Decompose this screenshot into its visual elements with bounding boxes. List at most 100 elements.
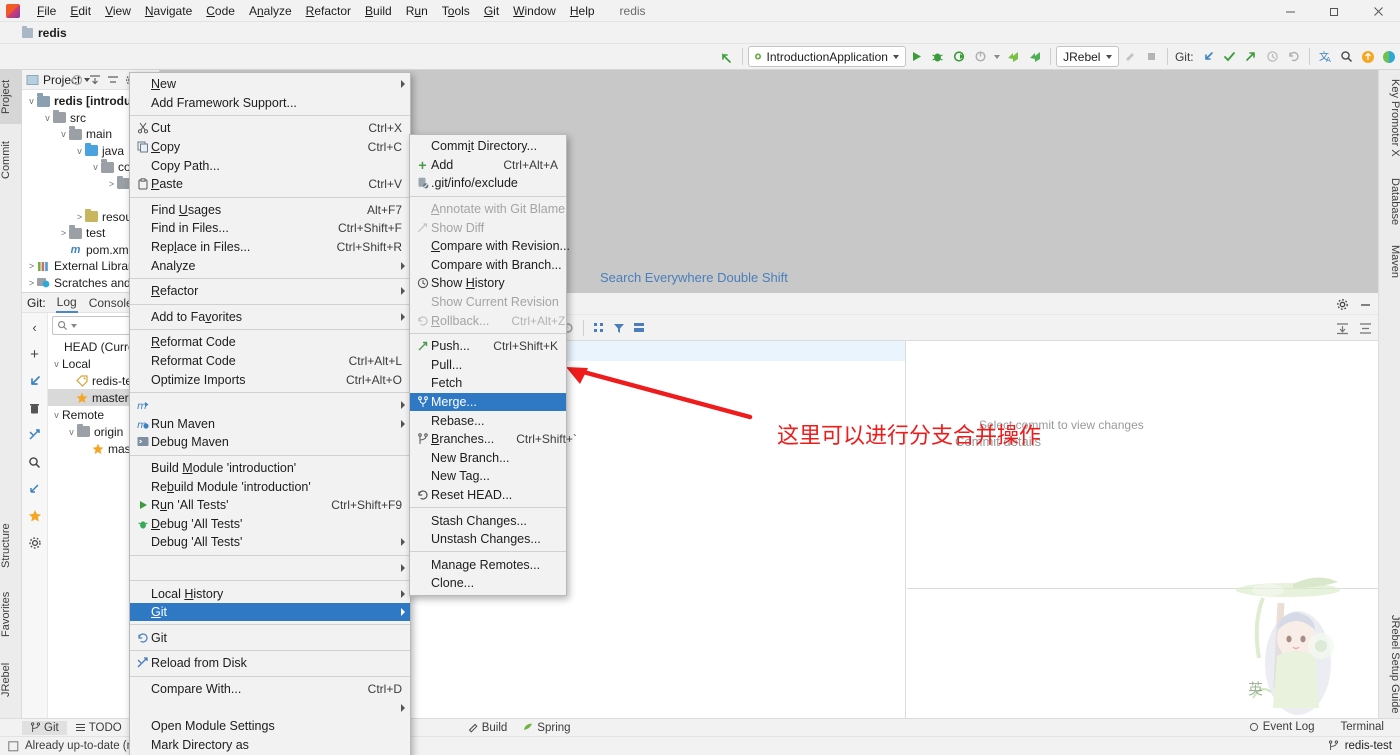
bottom-tab-build[interactable]: Build: [460, 721, 516, 735]
update-icon[interactable]: [26, 372, 44, 390]
compare-icon[interactable]: [26, 426, 44, 444]
menu-item-copy[interactable]: Copy Ctrl+C: [130, 138, 410, 157]
settings-gear-icon[interactable]: [26, 534, 44, 552]
menu-item-compare-with-revision[interactable]: Compare with Revision...: [410, 237, 570, 256]
menu-item-build-module[interactable]: Build Module 'introduction': [130, 459, 410, 478]
chevron-right-icon[interactable]: >: [74, 212, 85, 222]
breadcrumb[interactable]: redis: [38, 26, 67, 40]
collapse-graph-icon[interactable]: [589, 318, 609, 338]
menu-item-compare-with-branch[interactable]: Compare with Branch...: [410, 256, 566, 275]
plugin-icon[interactable]: [1379, 46, 1400, 68]
sidebar-item-jrebel-setup-guide[interactable]: JRebel Setup Guide: [1379, 610, 1400, 718]
chevron-right-icon[interactable]: >: [26, 261, 37, 271]
menu-item-local-history[interactable]: Local History: [130, 584, 410, 603]
chevron-down-icon[interactable]: v: [58, 129, 69, 139]
favorite-icon[interactable]: [26, 507, 44, 525]
menu-run[interactable]: Run: [399, 2, 435, 20]
show-details-icon[interactable]: [629, 318, 649, 338]
sidebar-item-maven[interactable]: Maven: [1379, 238, 1400, 286]
window-controls[interactable]: [1268, 0, 1400, 22]
chevron-down-icon[interactable]: [892, 54, 899, 59]
chevron-down-icon[interactable]: [1106, 54, 1113, 59]
translate-icon[interactable]: 文A: [1315, 46, 1336, 68]
menu-item-open-in[interactable]: [130, 559, 410, 578]
sidebar-item-key-promoter-x[interactable]: Key Promoter X: [1379, 72, 1400, 164]
menu-item-find-in-files[interactable]: Find in Files... Ctrl+Shift+F: [130, 219, 410, 238]
chevron-down-icon[interactable]: v: [74, 146, 85, 156]
menu-item-push[interactable]: Push... Ctrl+Shift+K: [410, 337, 566, 356]
menu-item-analyze[interactable]: Analyze: [130, 256, 410, 275]
expand-all-icon[interactable]: [89, 74, 101, 86]
run-configuration-selector[interactable]: IntroductionApplication: [747, 46, 906, 67]
menu-item-open-module-settings[interactable]: Compare With... Ctrl+D: [130, 680, 410, 699]
jrebel-selector[interactable]: JRebel: [1056, 46, 1120, 67]
menu-item-add-framework-support[interactable]: Add Framework Support...: [130, 94, 410, 113]
expand-all-icon[interactable]: [1336, 322, 1349, 335]
sidebar-item-commit[interactable]: Commit: [0, 132, 22, 188]
menu-item-git[interactable]: Git: [130, 602, 410, 622]
menu-item-run-maven[interactable]: m: [130, 396, 410, 415]
chevron-down-icon[interactable]: v: [66, 427, 77, 437]
menu-item-debug-all-tests[interactable]: Debug 'All Tests': [130, 514, 410, 533]
menu-item-remove-bom[interactable]: Open Module Settings: [130, 717, 410, 736]
settings-gear-icon[interactable]: [1336, 298, 1349, 311]
bottom-tab-git[interactable]: Git: [22, 720, 67, 735]
menu-item-find-usages[interactable]: Find Usages Alt+F7: [130, 201, 410, 220]
profiler-icon[interactable]: [970, 46, 991, 68]
git-rollback-icon[interactable]: [1283, 46, 1304, 68]
build-icon[interactable]: [1119, 46, 1140, 68]
chevron-down-icon[interactable]: [71, 323, 77, 328]
menu-item-branches[interactable]: Branches... Ctrl+Shift+`: [410, 430, 577, 449]
chevron-down-icon[interactable]: v: [51, 359, 62, 369]
menu-item-copy-path[interactable]: Copy Path...: [130, 156, 410, 175]
menu-item-remove-module[interactable]: Optimize Imports Ctrl+Alt+O: [130, 370, 410, 389]
menu-item-new-branch[interactable]: New Branch...: [410, 449, 566, 468]
menu-item-commit-directory[interactable]: Commit Directory...: [410, 137, 566, 156]
stop-icon[interactable]: [1141, 46, 1162, 68]
menu-help[interactable]: Help: [563, 2, 602, 20]
sidebar-item-database[interactable]: Database: [1379, 172, 1400, 232]
menu-item-fetch[interactable]: Fetch: [410, 374, 566, 393]
filter-icon[interactable]: [609, 318, 629, 338]
minimize-button[interactable]: [1268, 0, 1312, 22]
menu-item-manage-remotes[interactable]: Manage Remotes...: [410, 555, 566, 574]
git-update-icon[interactable]: [1198, 46, 1219, 68]
menu-item-more-run-debug[interactable]: Debug 'All Tests': [130, 533, 410, 552]
menu-item-clone[interactable]: Clone...: [410, 574, 566, 593]
menu-edit[interactable]: Edit: [63, 2, 98, 20]
sidebar-item-jrebel[interactable]: JRebel: [0, 652, 22, 707]
git-history-icon[interactable]: [1261, 46, 1282, 68]
menu-item-add[interactable]: + Add Ctrl+Alt+A: [410, 156, 566, 175]
git-push-icon[interactable]: [1240, 46, 1261, 68]
git-commit-icon[interactable]: [1219, 46, 1240, 68]
chevron-down-icon[interactable]: v: [42, 113, 53, 123]
run-icon[interactable]: [906, 46, 927, 68]
bottom-tab-event-log[interactable]: Event Log: [1241, 720, 1323, 734]
bottom-tab-terminal[interactable]: Terminal: [1333, 720, 1392, 734]
menu-item-add-to-favorites[interactable]: Add to Favorites: [130, 308, 410, 327]
tab-console[interactable]: Console: [88, 294, 134, 312]
debug-icon[interactable]: [927, 46, 948, 68]
menu-window[interactable]: Window: [506, 2, 563, 20]
menu-item-cut[interactable]: Cut Ctrl+X: [130, 119, 410, 138]
menu-item-debug-maven[interactable]: m Run Maven: [130, 415, 410, 434]
git-submenu[interactable]: Commit Directory... + Add Ctrl+Alt+A .gi…: [409, 134, 577, 596]
jrebel-run-icon[interactable]: [1003, 46, 1024, 68]
sidebar-item-favorites[interactable]: Favorites: [0, 582, 22, 647]
menu-navigate[interactable]: Navigate: [138, 2, 199, 20]
menu-bar[interactable]: File Edit View Navigate Code Analyze Ref…: [30, 2, 602, 20]
menu-item-rebuild-module[interactable]: Rebuild Module 'introduction': [130, 477, 410, 496]
project-context-menu[interactable]: New Add Framework Support... Cut Ctrl+X …: [129, 72, 411, 755]
chevron-right-icon[interactable]: >: [26, 278, 37, 288]
collapse-left-icon[interactable]: ‹: [26, 318, 44, 336]
run-with-coverage-icon[interactable]: [948, 46, 969, 68]
menu-item-reload-from-disk[interactable]: Git: [130, 628, 410, 647]
menu-git[interactable]: Git: [477, 2, 506, 20]
menu-item-unstash-changes[interactable]: Unstash Changes...: [410, 530, 566, 549]
bottom-tab-spring[interactable]: Spring: [515, 721, 578, 735]
status-branch[interactable]: redis-test: [1345, 740, 1392, 752]
menu-item-pull[interactable]: Pull...: [410, 356, 566, 375]
collapse-all-icon[interactable]: [1359, 322, 1372, 335]
sidebar-item-project[interactable]: Project: [0, 70, 22, 124]
collapse-all-icon[interactable]: [107, 74, 119, 86]
